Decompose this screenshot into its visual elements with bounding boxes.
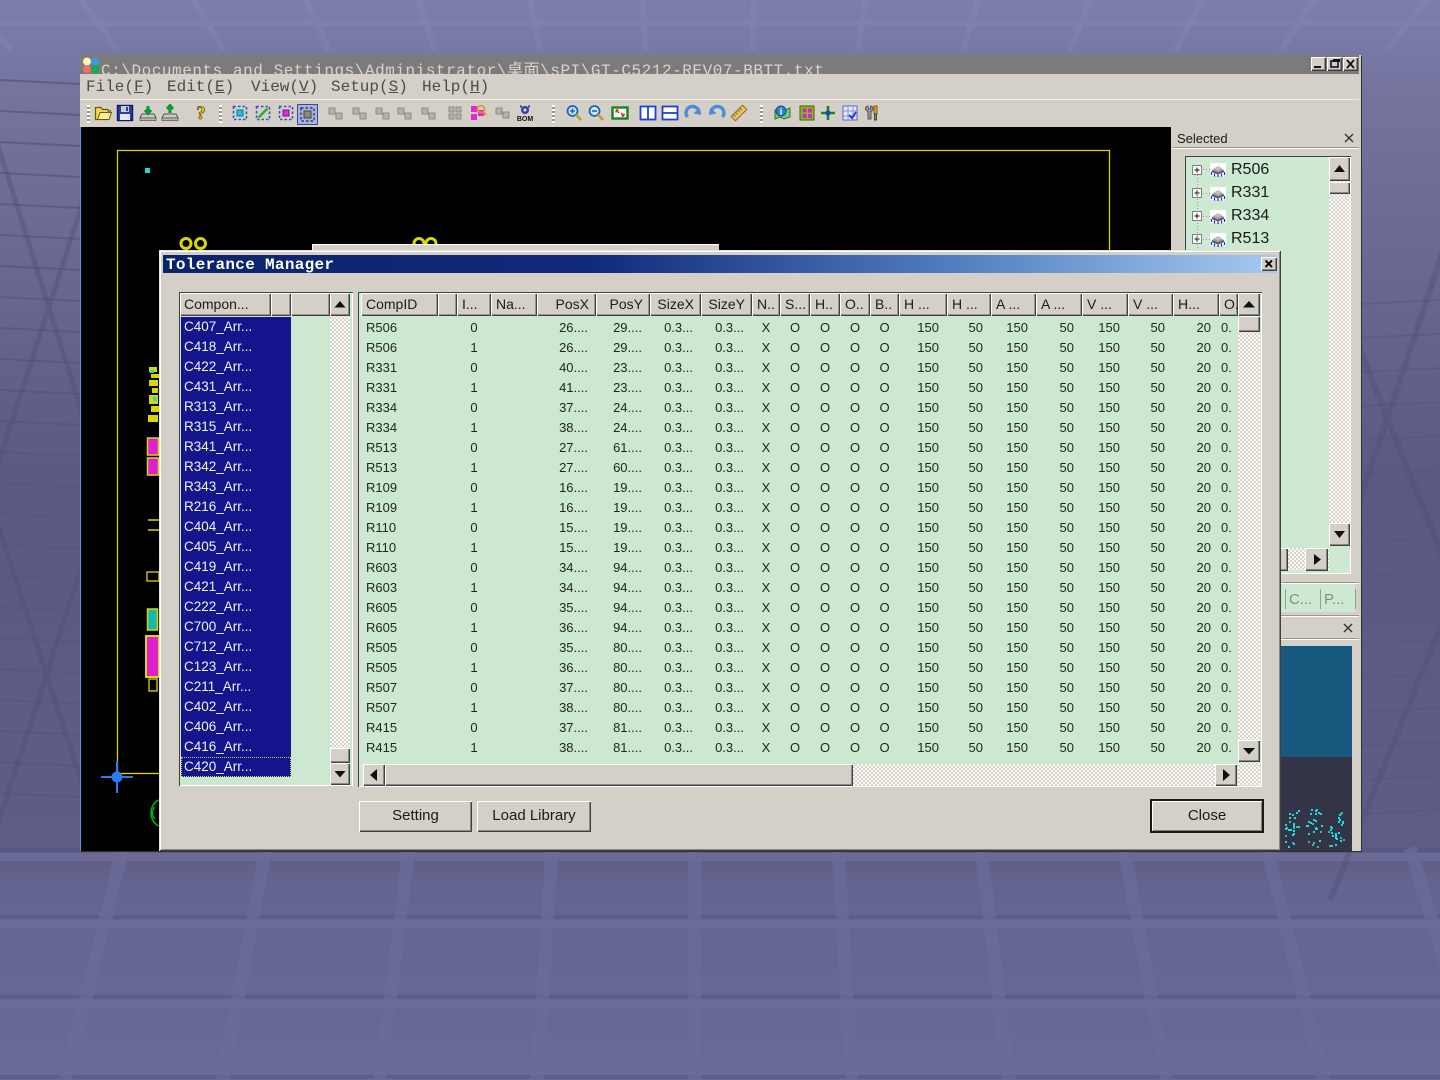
- svg-text:BOM: BOM: [517, 116, 534, 123]
- svg-text:?: ?: [196, 104, 206, 123]
